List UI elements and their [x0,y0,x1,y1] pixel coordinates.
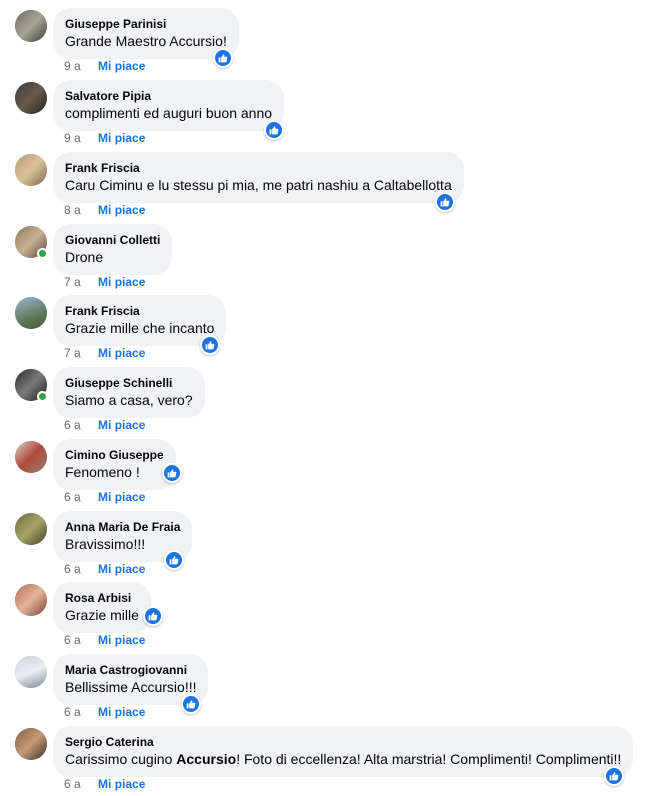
comment-age[interactable]: 6 a [64,705,81,719]
comment-bubble: Frank Friscia Grazie mille che incanto [53,295,227,346]
like-reaction-icon[interactable] [164,550,184,570]
comment-bubble: Giuseppe Parinisi Grande Maestro Accursi… [53,8,239,59]
comment-bubble: Cimino Giuseppe Fenomeno ! [53,439,176,490]
like-link[interactable]: Mi piace [98,418,145,432]
comment-bubble: Sergio Caterina Carissimo cugino Accursi… [53,726,634,777]
comment-age[interactable]: 6 a [64,633,81,647]
comment-bubble: Frank Friscia Caru Ciminu e lu stessu pi… [53,152,464,203]
comment-text: Grazie mille che incanto [65,320,215,336]
comment-text: Grande Maestro Accursio! [65,33,227,49]
comment-author[interactable]: Sergio Caterina [65,734,621,750]
comment-age[interactable]: 6 a [64,490,81,504]
like-reaction-icon[interactable] [435,192,455,212]
comment-text: Bravissimo!!! [65,536,146,552]
comment-text: Fenomeno ! [65,464,140,480]
comment-text: Carissimo cugino Accursio! Foto di eccel… [65,751,622,767]
like-link[interactable]: Mi piace [98,203,145,217]
like-link[interactable]: Mi piace [98,59,145,73]
comment-author[interactable]: Frank Friscia [65,160,452,176]
comment-item: Cimino Giuseppe Fenomeno ! 6 a Mi piace [0,431,667,504]
avatar[interactable] [15,297,47,329]
comment-age[interactable]: 9 a [64,59,81,73]
avatar[interactable] [15,656,47,688]
comment-text: complimenti ed auguri buon anno [65,105,273,121]
comment-author[interactable]: Salvatore Pipia [65,88,272,104]
comment-author[interactable]: Cimino Giuseppe [65,447,164,463]
comment-age[interactable]: 8 a [64,203,81,217]
like-link[interactable]: Mi piace [98,346,145,360]
comment-author[interactable]: Anna Maria De Fraia [65,519,180,535]
comment-item: Giuseppe Parinisi Grande Maestro Accursi… [0,0,667,73]
like-reaction-icon[interactable] [200,335,220,355]
like-reaction-icon[interactable] [143,606,163,626]
avatar[interactable] [15,513,47,545]
comment-bubble: Rosa Arbisi Grazie mille [53,582,151,633]
comment-item: Sergio Caterina Carissimo cugino Accursi… [0,718,667,792]
comment-age[interactable]: 6 a [64,777,81,791]
avatar[interactable] [15,728,47,760]
comment-text: Siamo a casa, vero? [65,392,193,408]
comment-age[interactable]: 6 a [64,418,81,432]
comment-item: Salvatore Pipia complimenti ed auguri bu… [0,72,667,145]
comment-author[interactable]: Maria Castrogiovanni [65,662,196,678]
comment-item: Anna Maria De Fraia Bravissimo!!! 6 a Mi… [0,503,667,576]
comment-age[interactable]: 7 a [64,346,81,360]
comment-author[interactable]: Giuseppe Parinisi [65,16,227,32]
comment-item: Giuseppe Schinelli Siamo a casa, vero? 6… [0,359,667,432]
comment-item: Maria Castrogiovanni Bellissime Accursio… [0,646,667,719]
online-status-dot [37,391,48,402]
online-status-dot [37,248,48,259]
comment-author[interactable]: Giovanni Colletti [65,232,160,248]
like-reaction-icon[interactable] [213,48,233,68]
like-link[interactable]: Mi piace [98,633,145,647]
like-reaction-icon[interactable] [162,463,182,483]
comment-author[interactable]: Giuseppe Schinelli [65,375,193,391]
comment-item: Giovanni Colletti Drone 7 a Mi piace [0,216,667,289]
comment-item: Frank Friscia Caru Ciminu e lu stessu pi… [0,144,667,217]
like-reaction-icon[interactable] [264,120,284,140]
like-reaction-icon[interactable] [181,694,201,714]
avatar[interactable] [15,82,47,114]
like-link[interactable]: Mi piace [98,777,145,791]
avatar[interactable] [15,441,47,473]
avatar[interactable] [15,154,47,186]
avatar[interactable] [15,10,47,42]
like-link[interactable]: Mi piace [98,131,145,145]
comment-text: Bellissime Accursio!!! [65,679,197,695]
like-link[interactable]: Mi piace [98,705,145,719]
comment-bubble: Giovanni Colletti Drone [53,224,173,275]
comment-bubble: Giuseppe Schinelli Siamo a casa, vero? [53,367,205,418]
like-link[interactable]: Mi piace [98,490,145,504]
comment-author[interactable]: Frank Friscia [65,303,214,319]
avatar[interactable] [15,584,47,616]
comment-age[interactable]: 9 a [64,131,81,145]
comment-text: Drone [65,249,104,265]
comment-author[interactable]: Rosa Arbisi [65,590,139,606]
tagged-name[interactable]: Accursio [176,751,236,767]
comment-item: Rosa Arbisi Grazie mille 6 a Mi piace [0,574,667,647]
comment-text: Caru Ciminu e lu stessu pi mia, me patri… [65,177,452,193]
comment-bubble: Salvatore Pipia complimenti ed auguri bu… [53,80,285,131]
comment-item: Frank Friscia Grazie mille che incanto 7… [0,287,667,360]
comment-meta: 6 a Mi piace [64,776,145,792]
like-reaction-icon[interactable] [604,766,624,786]
comment-text: Grazie mille [65,607,139,623]
